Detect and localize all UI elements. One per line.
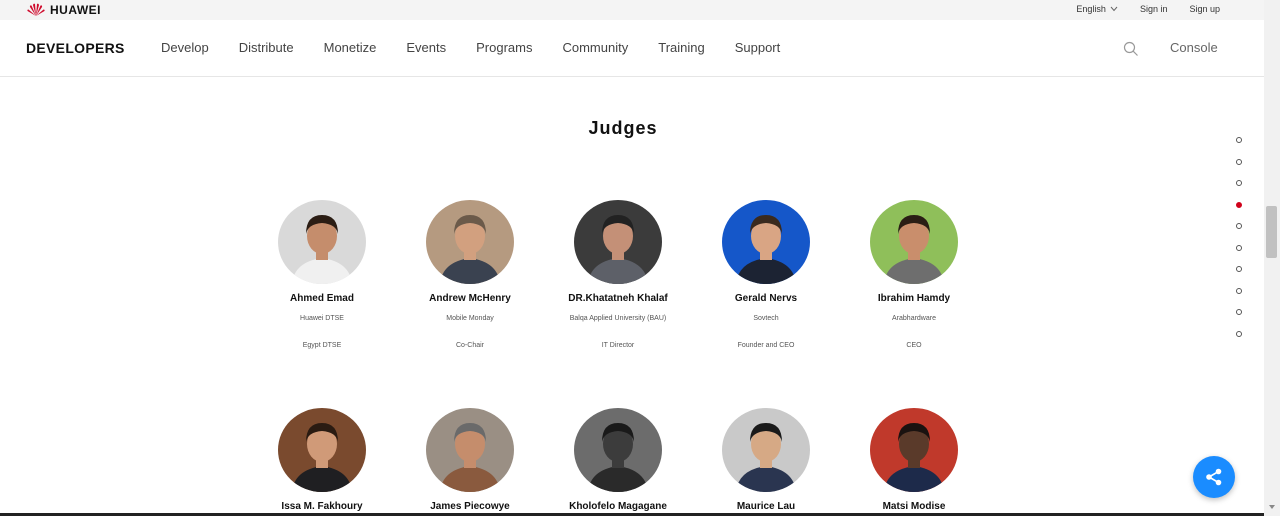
judge-name: Kholofelo Magagane xyxy=(569,501,667,512)
judge-card[interactable]: Gerald Nervs Sovtech Founder and CEO xyxy=(692,200,840,349)
developers-logo[interactable]: DEVELOPERS xyxy=(26,40,125,56)
judge-card[interactable]: Kholofelo Magagane xyxy=(544,408,692,512)
judge-card[interactable]: Matsi Modise xyxy=(840,408,988,512)
page-scrollbar[interactable] xyxy=(1264,0,1280,516)
pagination-dot[interactable] xyxy=(1236,309,1242,315)
judge-photo xyxy=(426,408,514,492)
judge-name: Ibrahim Hamdy xyxy=(877,293,951,304)
judge-role: Co-Chair xyxy=(455,342,484,349)
judge-organization: Mobile Monday xyxy=(446,315,494,322)
pagination-dot[interactable] xyxy=(1236,158,1242,165)
console-link[interactable]: Console xyxy=(1170,40,1218,55)
judge-photo xyxy=(574,200,662,284)
judge-role: CEO xyxy=(906,342,922,349)
section-title-text: Judges xyxy=(588,118,658,138)
judge-photo xyxy=(278,408,366,492)
judge-card[interactable]: Andrew McHenry Mobile Monday Co-Chair xyxy=(396,200,544,349)
judge-photo xyxy=(870,200,958,284)
judge-name: Gerald Nervs xyxy=(734,293,798,304)
scroll-down-arrow[interactable] xyxy=(1269,505,1275,509)
judge-name: Matsi Modise xyxy=(882,501,946,512)
nav-programs[interactable]: Programs xyxy=(476,40,532,55)
judge-name: Issa M. Fakhoury xyxy=(281,501,363,512)
judge-name: DR.Khatatneh Khalaf xyxy=(568,293,668,304)
share-button[interactable] xyxy=(1193,456,1235,498)
pagination-dot[interactable] xyxy=(1236,287,1242,294)
pagination-dot[interactable] xyxy=(1236,330,1242,337)
judge-card[interactable]: Issa M. Fakhoury xyxy=(248,408,396,512)
sign-in-link[interactable]: Sign in xyxy=(1140,4,1168,14)
search-icon xyxy=(1123,41,1138,56)
search-button[interactable] xyxy=(1123,41,1139,62)
nav-training[interactable]: Training xyxy=(658,40,704,55)
pagination-dot[interactable] xyxy=(1236,201,1242,208)
nav-monetize[interactable]: Monetize xyxy=(324,40,377,55)
scrollbar-thumb[interactable] xyxy=(1266,206,1277,258)
brand-name: HUAWEI xyxy=(50,2,101,17)
judge-card[interactable]: DR.Khatatneh Khalaf Balqa Applied Univers… xyxy=(544,200,692,349)
section-title: Judges xyxy=(0,118,1264,139)
judge-organization: Balqa Applied University (BAU) xyxy=(569,315,667,322)
nav-events[interactable]: Events xyxy=(406,40,446,55)
top-utility-bar: HUAWEI English Sign in Sign up xyxy=(0,0,1264,20)
judge-photo xyxy=(870,408,958,492)
main-navbar: DEVELOPERS Develop Distribute Monetize E… xyxy=(0,20,1264,77)
judge-role: Egypt DTSE xyxy=(302,342,342,349)
sign-up-link[interactable]: Sign up xyxy=(1189,4,1220,14)
nav-distribute[interactable]: Distribute xyxy=(239,40,294,55)
judge-organization: Sovtech xyxy=(753,315,779,322)
judge-name: Maurice Lau xyxy=(736,501,796,512)
judge-card[interactable]: Ibrahim Hamdy Arabhardware CEO xyxy=(840,200,988,349)
judge-photo xyxy=(278,200,366,284)
judge-name: James Piecowye xyxy=(430,501,510,512)
pagination-dot[interactable] xyxy=(1236,137,1242,143)
language-selector[interactable]: English xyxy=(1076,4,1118,14)
huawei-logo-icon xyxy=(27,3,45,17)
judge-role: Founder and CEO xyxy=(737,342,795,349)
judge-card[interactable]: James Piecowye xyxy=(396,408,544,512)
nav-develop[interactable]: Develop xyxy=(161,40,209,55)
judge-photo xyxy=(574,408,662,492)
judge-photo xyxy=(722,408,810,492)
judge-photo xyxy=(722,200,810,284)
pagination-dot[interactable] xyxy=(1236,180,1242,186)
language-label: English xyxy=(1076,4,1106,14)
judge-card[interactable]: Maurice Lau xyxy=(692,408,840,512)
judge-name: Andrew McHenry xyxy=(429,293,511,304)
judge-card[interactable]: Ahmed Emad Huawei DTSE Egypt DTSE xyxy=(248,200,396,349)
judge-name: Ahmed Emad xyxy=(290,293,354,304)
section-pagination xyxy=(1236,137,1242,352)
pagination-dot[interactable] xyxy=(1236,223,1242,229)
judge-role: IT Director xyxy=(601,342,635,349)
judge-organization: Huawei DTSE xyxy=(300,315,344,322)
pagination-dot[interactable] xyxy=(1236,266,1242,272)
main-nav: Develop Distribute Monetize Events Progr… xyxy=(161,40,810,55)
pagination-dot[interactable] xyxy=(1236,244,1242,251)
chevron-down-icon xyxy=(1110,6,1118,12)
huawei-brand[interactable]: HUAWEI xyxy=(26,2,101,17)
judge-organization: Arabhardware xyxy=(892,315,936,322)
judge-photo xyxy=(426,200,514,284)
nav-support[interactable]: Support xyxy=(735,40,781,55)
nav-community[interactable]: Community xyxy=(562,40,628,55)
share-icon xyxy=(1206,468,1222,486)
